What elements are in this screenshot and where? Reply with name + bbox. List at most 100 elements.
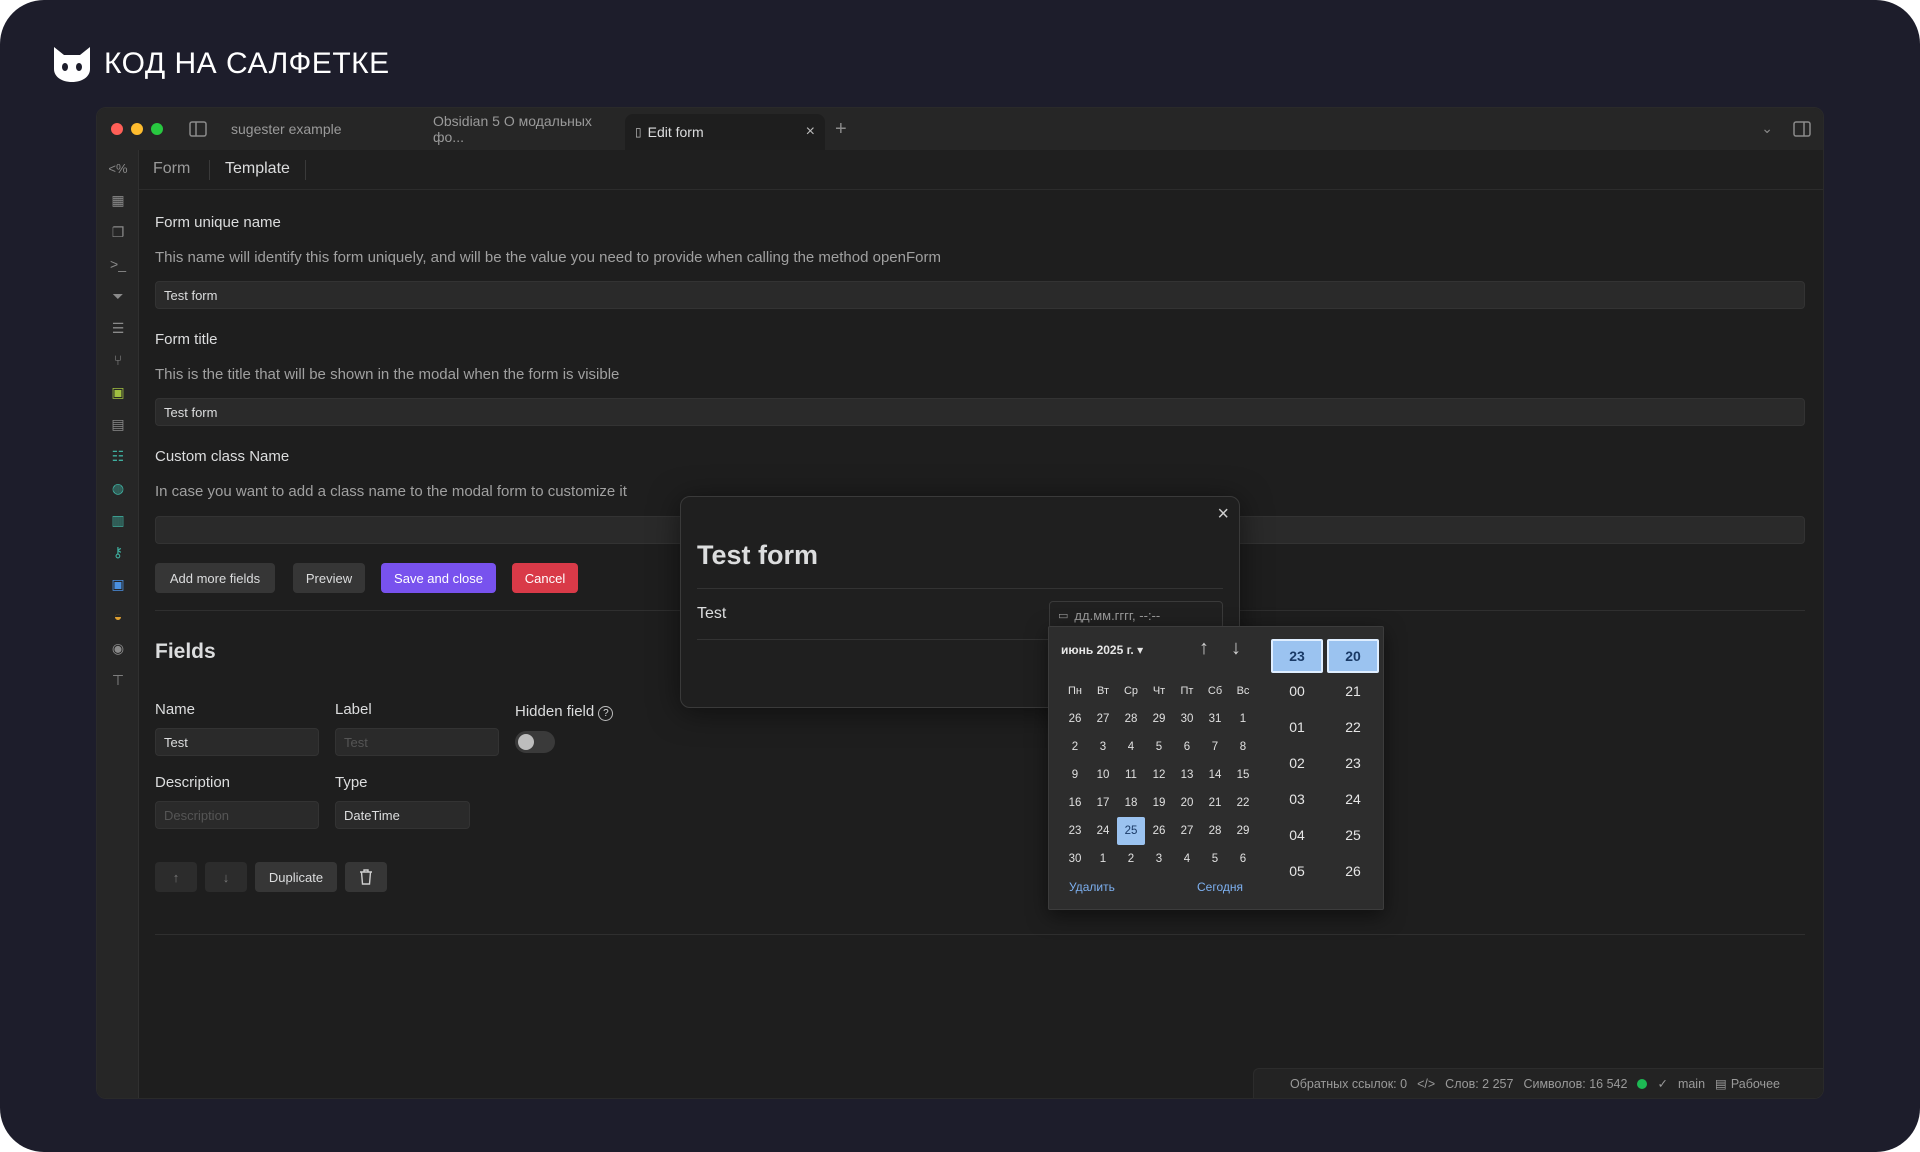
hidden-field-toggle[interactable] <box>515 731 555 753</box>
field-name-input[interactable]: Test <box>155 728 319 756</box>
close-icon[interactable]: × <box>1217 503 1229 526</box>
minute-option[interactable]: 22 <box>1327 709 1379 745</box>
tab-obsidian-modal[interactable]: Obsidian 5 О модальных фо... <box>423 113 623 145</box>
maximize-window-button[interactable] <box>151 123 163 135</box>
today-button[interactable]: Сегодня <box>1197 880 1243 894</box>
field-label-input[interactable]: Test <box>335 728 499 756</box>
files-icon[interactable]: ❐ <box>108 222 128 242</box>
tab-template[interactable]: Template <box>225 160 290 178</box>
key-icon[interactable]: ⚷ <box>108 542 128 562</box>
tasks-icon[interactable]: ☷ <box>108 446 128 466</box>
calendar-day[interactable]: 31 <box>1201 705 1229 733</box>
cat-icon[interactable]: ◒ <box>108 606 128 626</box>
calendar-day[interactable]: 7 <box>1201 733 1229 761</box>
calendar-day[interactable]: 24 <box>1089 817 1117 845</box>
templater-icon[interactable]: <% <box>108 158 128 178</box>
backlinks-count[interactable]: Обратных ссылок: 0 <box>1290 1077 1407 1091</box>
selected-hour[interactable]: 23 <box>1271 639 1323 673</box>
calendar-day[interactable]: 4 <box>1117 733 1145 761</box>
calendar-day[interactable]: 22 <box>1229 789 1257 817</box>
calendar-day[interactable]: 3 <box>1089 733 1117 761</box>
calendar-day[interactable]: 11 <box>1117 761 1145 789</box>
field-type-select[interactable]: DateTime <box>335 801 470 829</box>
minute-option[interactable]: 26 <box>1327 853 1379 889</box>
calendar-day[interactable]: 29 <box>1229 817 1257 845</box>
calendar-day[interactable]: 5 <box>1201 845 1229 873</box>
datetime-input[interactable]: ▭ дд.мм.гггг, --:-- <box>1049 601 1223 629</box>
layout-icon[interactable]: ▥ <box>108 510 128 530</box>
code-icon[interactable]: </> <box>1417 1077 1435 1091</box>
move-up-button[interactable]: ↑ <box>155 862 197 892</box>
calendar-day[interactable]: 21 <box>1201 789 1229 817</box>
tab-sugester-example[interactable]: sugester example <box>221 114 417 144</box>
close-window-button[interactable] <box>111 123 123 135</box>
layers-icon[interactable]: ☰ <box>108 318 128 338</box>
hour-option[interactable]: 03 <box>1271 781 1323 817</box>
calendar-day[interactable]: 10 <box>1089 761 1117 789</box>
tab-form[interactable]: Form <box>153 160 190 178</box>
calendar-day[interactable]: 16 <box>1061 789 1089 817</box>
calendar-day[interactable]: 6 <box>1229 845 1257 873</box>
new-tab-button[interactable]: + <box>835 118 847 141</box>
help-icon[interactable]: ? <box>598 706 614 721</box>
calendar-day[interactable]: 6 <box>1173 733 1201 761</box>
calendar-day[interactable]: 23 <box>1061 817 1089 845</box>
previous-month-icon[interactable]: ↑ <box>1199 637 1209 660</box>
calendar-day[interactable]: 19 <box>1145 789 1173 817</box>
save-icon[interactable]: ▣ <box>108 574 128 594</box>
calendar-day[interactable]: 27 <box>1089 705 1117 733</box>
check-icon[interactable]: ✓ <box>1657 1076 1667 1091</box>
calendar-day[interactable]: 4 <box>1173 845 1201 873</box>
terminal-icon[interactable]: >_ <box>108 254 128 274</box>
field-description-input[interactable]: Description <box>155 801 319 829</box>
calendar-day[interactable]: 27 <box>1173 817 1201 845</box>
form-unique-name-input[interactable]: Test form <box>155 281 1805 309</box>
calendar-day[interactable]: 26 <box>1145 817 1173 845</box>
hour-option[interactable]: 00 <box>1271 673 1323 709</box>
calendar-day[interactable]: 1 <box>1089 845 1117 873</box>
hour-option[interactable]: 04 <box>1271 817 1323 853</box>
sidebar-toggle-icon[interactable] <box>189 121 207 137</box>
bookmark-icon[interactable]: ▤ <box>108 414 128 434</box>
calendar-day[interactable]: 13 <box>1173 761 1201 789</box>
calendar-day[interactable]: 28 <box>1201 817 1229 845</box>
git-branch-name[interactable]: main <box>1678 1077 1705 1091</box>
minimize-window-button[interactable] <box>131 123 143 135</box>
sync-status-icon[interactable] <box>1637 1078 1648 1089</box>
tab-edit-form[interactable]: ▯ Edit form × <box>625 114 825 150</box>
calendar-day[interactable]: 9 <box>1061 761 1089 789</box>
next-month-icon[interactable]: ↓ <box>1231 637 1241 660</box>
calendar-day[interactable]: 26 <box>1061 705 1089 733</box>
calendar-day[interactable]: 30 <box>1061 845 1089 873</box>
minute-option[interactable]: 25 <box>1327 817 1379 853</box>
clear-date-button[interactable]: Удалить <box>1069 880 1115 894</box>
calendar-day[interactable]: 2 <box>1117 845 1145 873</box>
cancel-button[interactable]: Cancel <box>512 563 578 593</box>
month-year-select[interactable]: июнь 2025 г. ▾ <box>1061 643 1143 657</box>
calendar-day[interactable]: 8 <box>1229 733 1257 761</box>
calendar-day[interactable]: 15 <box>1229 761 1257 789</box>
selected-minute[interactable]: 20 <box>1327 639 1379 673</box>
minute-option[interactable]: 21 <box>1327 673 1379 709</box>
calendar-day[interactable]: 29 <box>1145 705 1173 733</box>
calendar-icon[interactable]: ▦ <box>108 190 128 210</box>
calendar-day[interactable]: 17 <box>1089 789 1117 817</box>
minute-option[interactable]: 24 <box>1327 781 1379 817</box>
calendar-day[interactable]: 3 <box>1145 845 1173 873</box>
calendar-day[interactable]: 30 <box>1173 705 1201 733</box>
mic-icon[interactable]: ◉ <box>108 638 128 658</box>
hour-option[interactable]: 02 <box>1271 745 1323 781</box>
hour-option[interactable]: 05 <box>1271 853 1323 889</box>
globe-icon[interactable]: ◍ <box>108 478 128 498</box>
calendar-day[interactable]: 1 <box>1229 705 1257 733</box>
delete-field-button[interactable] <box>345 862 387 892</box>
workspace-name[interactable]: Рабочее <box>1731 1077 1780 1091</box>
calendar-day[interactable]: 20 <box>1173 789 1201 817</box>
podium-icon[interactable]: ⊤ <box>108 670 128 690</box>
save-and-close-button[interactable]: Save and close <box>381 563 496 593</box>
filter-icon[interactable]: ⏷ <box>108 286 128 306</box>
chevron-down-icon[interactable]: ⌄ <box>1761 120 1773 137</box>
duplicate-button[interactable]: Duplicate <box>255 862 337 892</box>
calendar-day[interactable]: 18 <box>1117 789 1145 817</box>
right-sidebar-toggle-icon[interactable] <box>1793 121 1811 137</box>
